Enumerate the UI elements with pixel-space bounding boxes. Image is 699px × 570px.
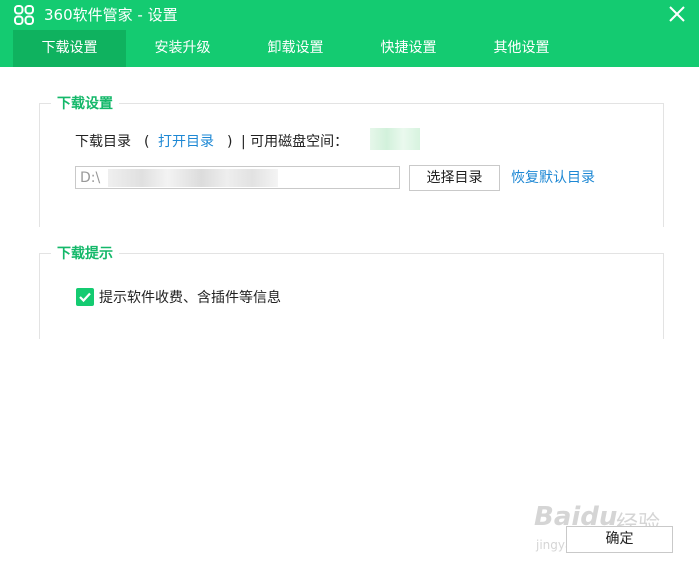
download-settings-group <box>39 103 664 227</box>
download-dir-label: 下载目录 <box>75 134 131 150</box>
ok-button[interactable]: 确定 <box>566 526 673 553</box>
tab-shortcut-settings[interactable]: 快捷设置 <box>352 30 465 67</box>
download-tips-title: 下载提示 <box>51 245 119 263</box>
tab-other-settings[interactable]: 其他设置 <box>465 30 578 67</box>
tab-download-settings[interactable]: 下载设置 <box>13 30 126 67</box>
app-logo-icon <box>14 5 34 25</box>
close-paren: ) <box>227 134 233 150</box>
close-icon[interactable] <box>665 2 689 26</box>
disk-space-value-redacted <box>370 128 420 150</box>
select-dir-button[interactable]: 选择目录 <box>409 165 500 191</box>
disk-space-label: | 可用磁盘空间： <box>241 134 349 150</box>
show-fee-info-checkbox[interactable] <box>76 288 94 306</box>
show-fee-info-label: 提示软件收费、含插件等信息 <box>99 290 281 306</box>
open-paren: ( <box>144 134 150 150</box>
open-dir-link[interactable]: 打开目录 <box>158 133 214 151</box>
restore-default-dir-link[interactable]: 恢复默认目录 <box>511 169 595 187</box>
window-title: 360软件管家 - 设置 <box>44 6 178 24</box>
tab-uninstall-settings[interactable]: 卸载设置 <box>239 30 352 67</box>
tab-install-upgrade[interactable]: 安装升级 <box>126 30 239 67</box>
download-path-redacted <box>108 169 278 187</box>
title-bar: 360软件管家 - 设置 <box>0 0 699 30</box>
download-settings-title: 下载设置 <box>51 95 119 113</box>
tab-bar: 下载设置 安装升级 卸载设置 快捷设置 其他设置 <box>0 30 699 67</box>
checkmark-icon <box>79 292 91 303</box>
